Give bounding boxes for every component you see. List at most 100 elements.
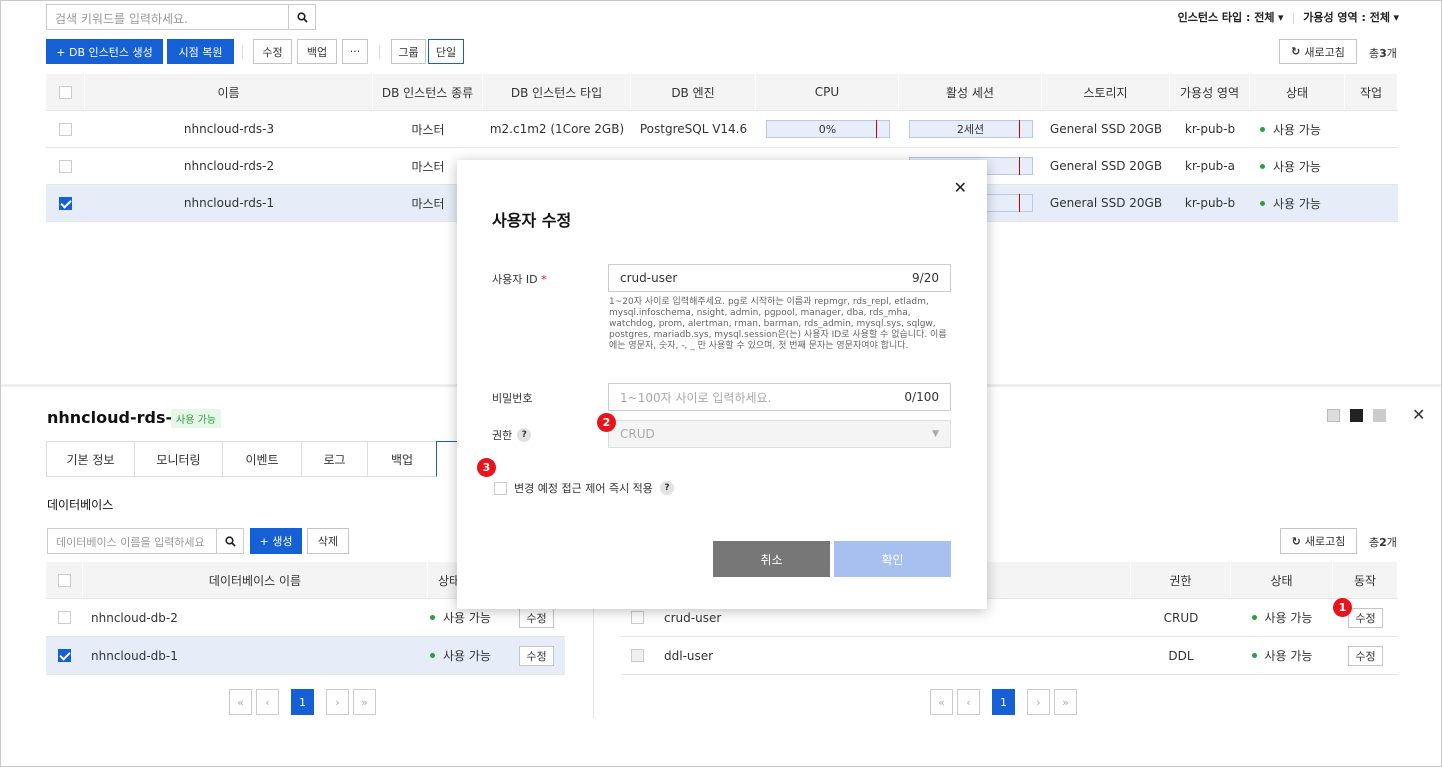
first-page-icon[interactable]: « bbox=[229, 689, 252, 715]
table-row[interactable]: nhncloud-rds-3 마스터 m2.c1m2 (1Core 2GB) P… bbox=[46, 111, 1398, 148]
cancel-button[interactable]: 취소 bbox=[713, 541, 830, 577]
tab-logs[interactable]: 로그 bbox=[301, 441, 368, 477]
col-status: 상태 bbox=[1250, 74, 1345, 110]
page-number[interactable]: 1 bbox=[291, 689, 314, 715]
col-sessions: 활성 세션 bbox=[899, 74, 1042, 110]
col-zone: 가용성 영역 bbox=[1170, 74, 1250, 110]
close-icon[interactable]: ✕ bbox=[954, 178, 967, 197]
edit-user-button[interactable]: 수정 bbox=[1348, 645, 1383, 666]
col-engine: DB 엔진 bbox=[631, 74, 756, 110]
page-number[interactable]: 1 bbox=[992, 689, 1015, 715]
layout-bottom-icon[interactable] bbox=[1350, 409, 1363, 422]
instance-name[interactable]: nhncloud-rds-1 bbox=[85, 185, 373, 221]
backup-button[interactable]: 백업 bbox=[297, 39, 337, 64]
instance-storage: General SSD 20GB bbox=[1049, 196, 1163, 210]
col-permission: 권한 bbox=[1131, 562, 1231, 598]
refresh-button[interactable]: ↻ 새로고침 bbox=[1279, 39, 1357, 64]
help-icon[interactable]: ? bbox=[517, 428, 532, 442]
edit-user-button[interactable]: 수정 bbox=[1348, 607, 1383, 628]
page: 검색 키워드를 입력하세요. 인스턴스 타입 : 전체 ▾ | 가용성 영역 :… bbox=[0, 0, 1442, 767]
layout-full-icon[interactable] bbox=[1373, 409, 1386, 422]
close-panel-icon[interactable]: ✕ bbox=[1412, 405, 1425, 424]
prev-page-icon[interactable]: ‹ bbox=[957, 689, 980, 715]
row-checkbox[interactable] bbox=[46, 185, 85, 221]
filters: 인스턴스 타입 : 전체 ▾ | 가용성 영역 : 전체 ▾ bbox=[1177, 9, 1399, 25]
tab-backup[interactable]: 백업 bbox=[367, 441, 437, 477]
filter-availability-zone[interactable]: 가용성 영역 : 전체 ▾ bbox=[1303, 9, 1399, 25]
row-checkbox[interactable] bbox=[46, 637, 83, 674]
filter-instance-type[interactable]: 인스턴스 타입 : 전체 ▾ bbox=[1178, 9, 1284, 25]
col-kind: DB 인스턴스 종류 bbox=[373, 74, 483, 110]
tab-events[interactable]: 이벤트 bbox=[222, 441, 302, 477]
refresh-label: 새로고침 bbox=[1304, 535, 1346, 548]
password-placeholder: 1~100자 사이로 입력하세요. bbox=[620, 390, 772, 405]
status-badge: 사용 가능 bbox=[1250, 185, 1345, 221]
row-checkbox[interactable] bbox=[46, 111, 85, 147]
password-count: 0/100 bbox=[904, 390, 939, 404]
database-search[interactable]: 데이터베이스 이름을 입력하세요 bbox=[47, 528, 244, 554]
last-page-icon[interactable]: » bbox=[1054, 689, 1077, 715]
edit-button[interactable]: 수정 bbox=[253, 39, 292, 64]
cpu-meter: 0% bbox=[756, 111, 899, 147]
user-total: 총2개 bbox=[1369, 536, 1397, 549]
user-name: ddl-user bbox=[664, 648, 714, 663]
group-view-button[interactable]: 그룹 bbox=[391, 39, 426, 64]
search-icon[interactable] bbox=[216, 529, 243, 553]
step-badge-3: 3 bbox=[477, 458, 496, 477]
permission-label: 권한? bbox=[492, 427, 532, 443]
apply-immediately-checkbox[interactable] bbox=[494, 481, 507, 495]
next-page-icon[interactable]: › bbox=[1027, 689, 1050, 715]
permission-select[interactable]: CRUD ▼ bbox=[608, 420, 951, 448]
instance-zone: kr-pub-b bbox=[1184, 122, 1236, 136]
row-checkbox[interactable] bbox=[46, 148, 85, 184]
database-search-input[interactable]: 데이터베이스 이름을 입력하세요 bbox=[48, 529, 216, 553]
more-button[interactable]: ··· bbox=[342, 39, 368, 64]
tab-basic-info[interactable]: 기본 정보 bbox=[46, 441, 135, 477]
help-icon[interactable]: ? bbox=[659, 481, 674, 495]
edit-database-button[interactable]: 수정 bbox=[519, 607, 554, 628]
table-row[interactable]: ddl-user DDL 사용 가능 수정 bbox=[621, 637, 1398, 675]
user-id-value: crud-user bbox=[620, 271, 678, 285]
col-database-name: 데이터베이스 이름 bbox=[83, 562, 428, 598]
instance-engine: PostgreSQL V14.6 bbox=[639, 122, 748, 136]
prev-page-icon[interactable]: ‹ bbox=[256, 689, 279, 715]
user-refresh-button[interactable]: ↻ 새로고침 bbox=[1280, 528, 1357, 554]
table-row[interactable]: nhncloud-db-1 사용 가능 수정 bbox=[46, 637, 565, 675]
instance-kind: 마스터 bbox=[411, 122, 445, 137]
delete-database-button[interactable]: 삭제 bbox=[307, 528, 349, 554]
last-page-icon[interactable]: » bbox=[353, 689, 376, 715]
refresh-icon: ↻ bbox=[1291, 45, 1301, 58]
search-icon[interactable] bbox=[288, 5, 315, 29]
row-checkbox[interactable] bbox=[621, 637, 654, 674]
user-pagination: « ‹ 1 › » bbox=[930, 689, 1077, 715]
select-all-checkbox[interactable] bbox=[46, 562, 83, 598]
instance-search[interactable]: 검색 키워드를 입력하세요. bbox=[46, 4, 316, 30]
create-database-button[interactable]: + 생성 bbox=[250, 528, 302, 554]
next-page-icon[interactable]: › bbox=[326, 689, 349, 715]
single-view-button[interactable]: 단일 bbox=[428, 39, 464, 64]
tab-monitoring[interactable]: 모니터링 bbox=[134, 441, 223, 477]
session-meter: 2세션 bbox=[899, 111, 1042, 147]
instance-name[interactable]: nhncloud-rds-3 bbox=[85, 111, 373, 147]
first-page-icon[interactable]: « bbox=[930, 689, 953, 715]
apply-immediately-option[interactable]: 변경 예정 접근 제어 즉시 적용 ? bbox=[494, 480, 674, 496]
instance-name[interactable]: nhncloud-rds-2 bbox=[85, 148, 373, 184]
step-badge-2: 2 bbox=[597, 413, 616, 432]
create-instance-button[interactable]: + DB 인스턴스 생성 bbox=[46, 39, 163, 64]
restore-button[interactable]: 시점 복원 bbox=[167, 39, 234, 64]
select-all-checkbox[interactable] bbox=[46, 74, 85, 110]
edit-database-button[interactable]: 수정 bbox=[519, 645, 554, 666]
status-badge: 사용 가능 bbox=[1231, 637, 1333, 674]
status-badge: 사용 가능 bbox=[1231, 599, 1333, 636]
layout-top-icon[interactable] bbox=[1327, 409, 1340, 422]
instance-type: m2.c1m2 (1Core 2GB) bbox=[489, 122, 625, 136]
col-action: 작업 bbox=[1345, 74, 1398, 110]
layout-toggles bbox=[1327, 409, 1386, 422]
user-id-field[interactable]: crud-user 9/20 bbox=[608, 264, 951, 292]
password-field[interactable]: 1~100자 사이로 입력하세요. 0/100 bbox=[608, 383, 951, 411]
confirm-button[interactable]: 확인 bbox=[834, 541, 951, 577]
instance-search-input[interactable]: 검색 키워드를 입력하세요. bbox=[47, 5, 288, 29]
row-checkbox[interactable] bbox=[46, 599, 83, 636]
cpu-value: 0% bbox=[818, 122, 837, 136]
status-badge: 사용 가능 bbox=[413, 637, 508, 674]
